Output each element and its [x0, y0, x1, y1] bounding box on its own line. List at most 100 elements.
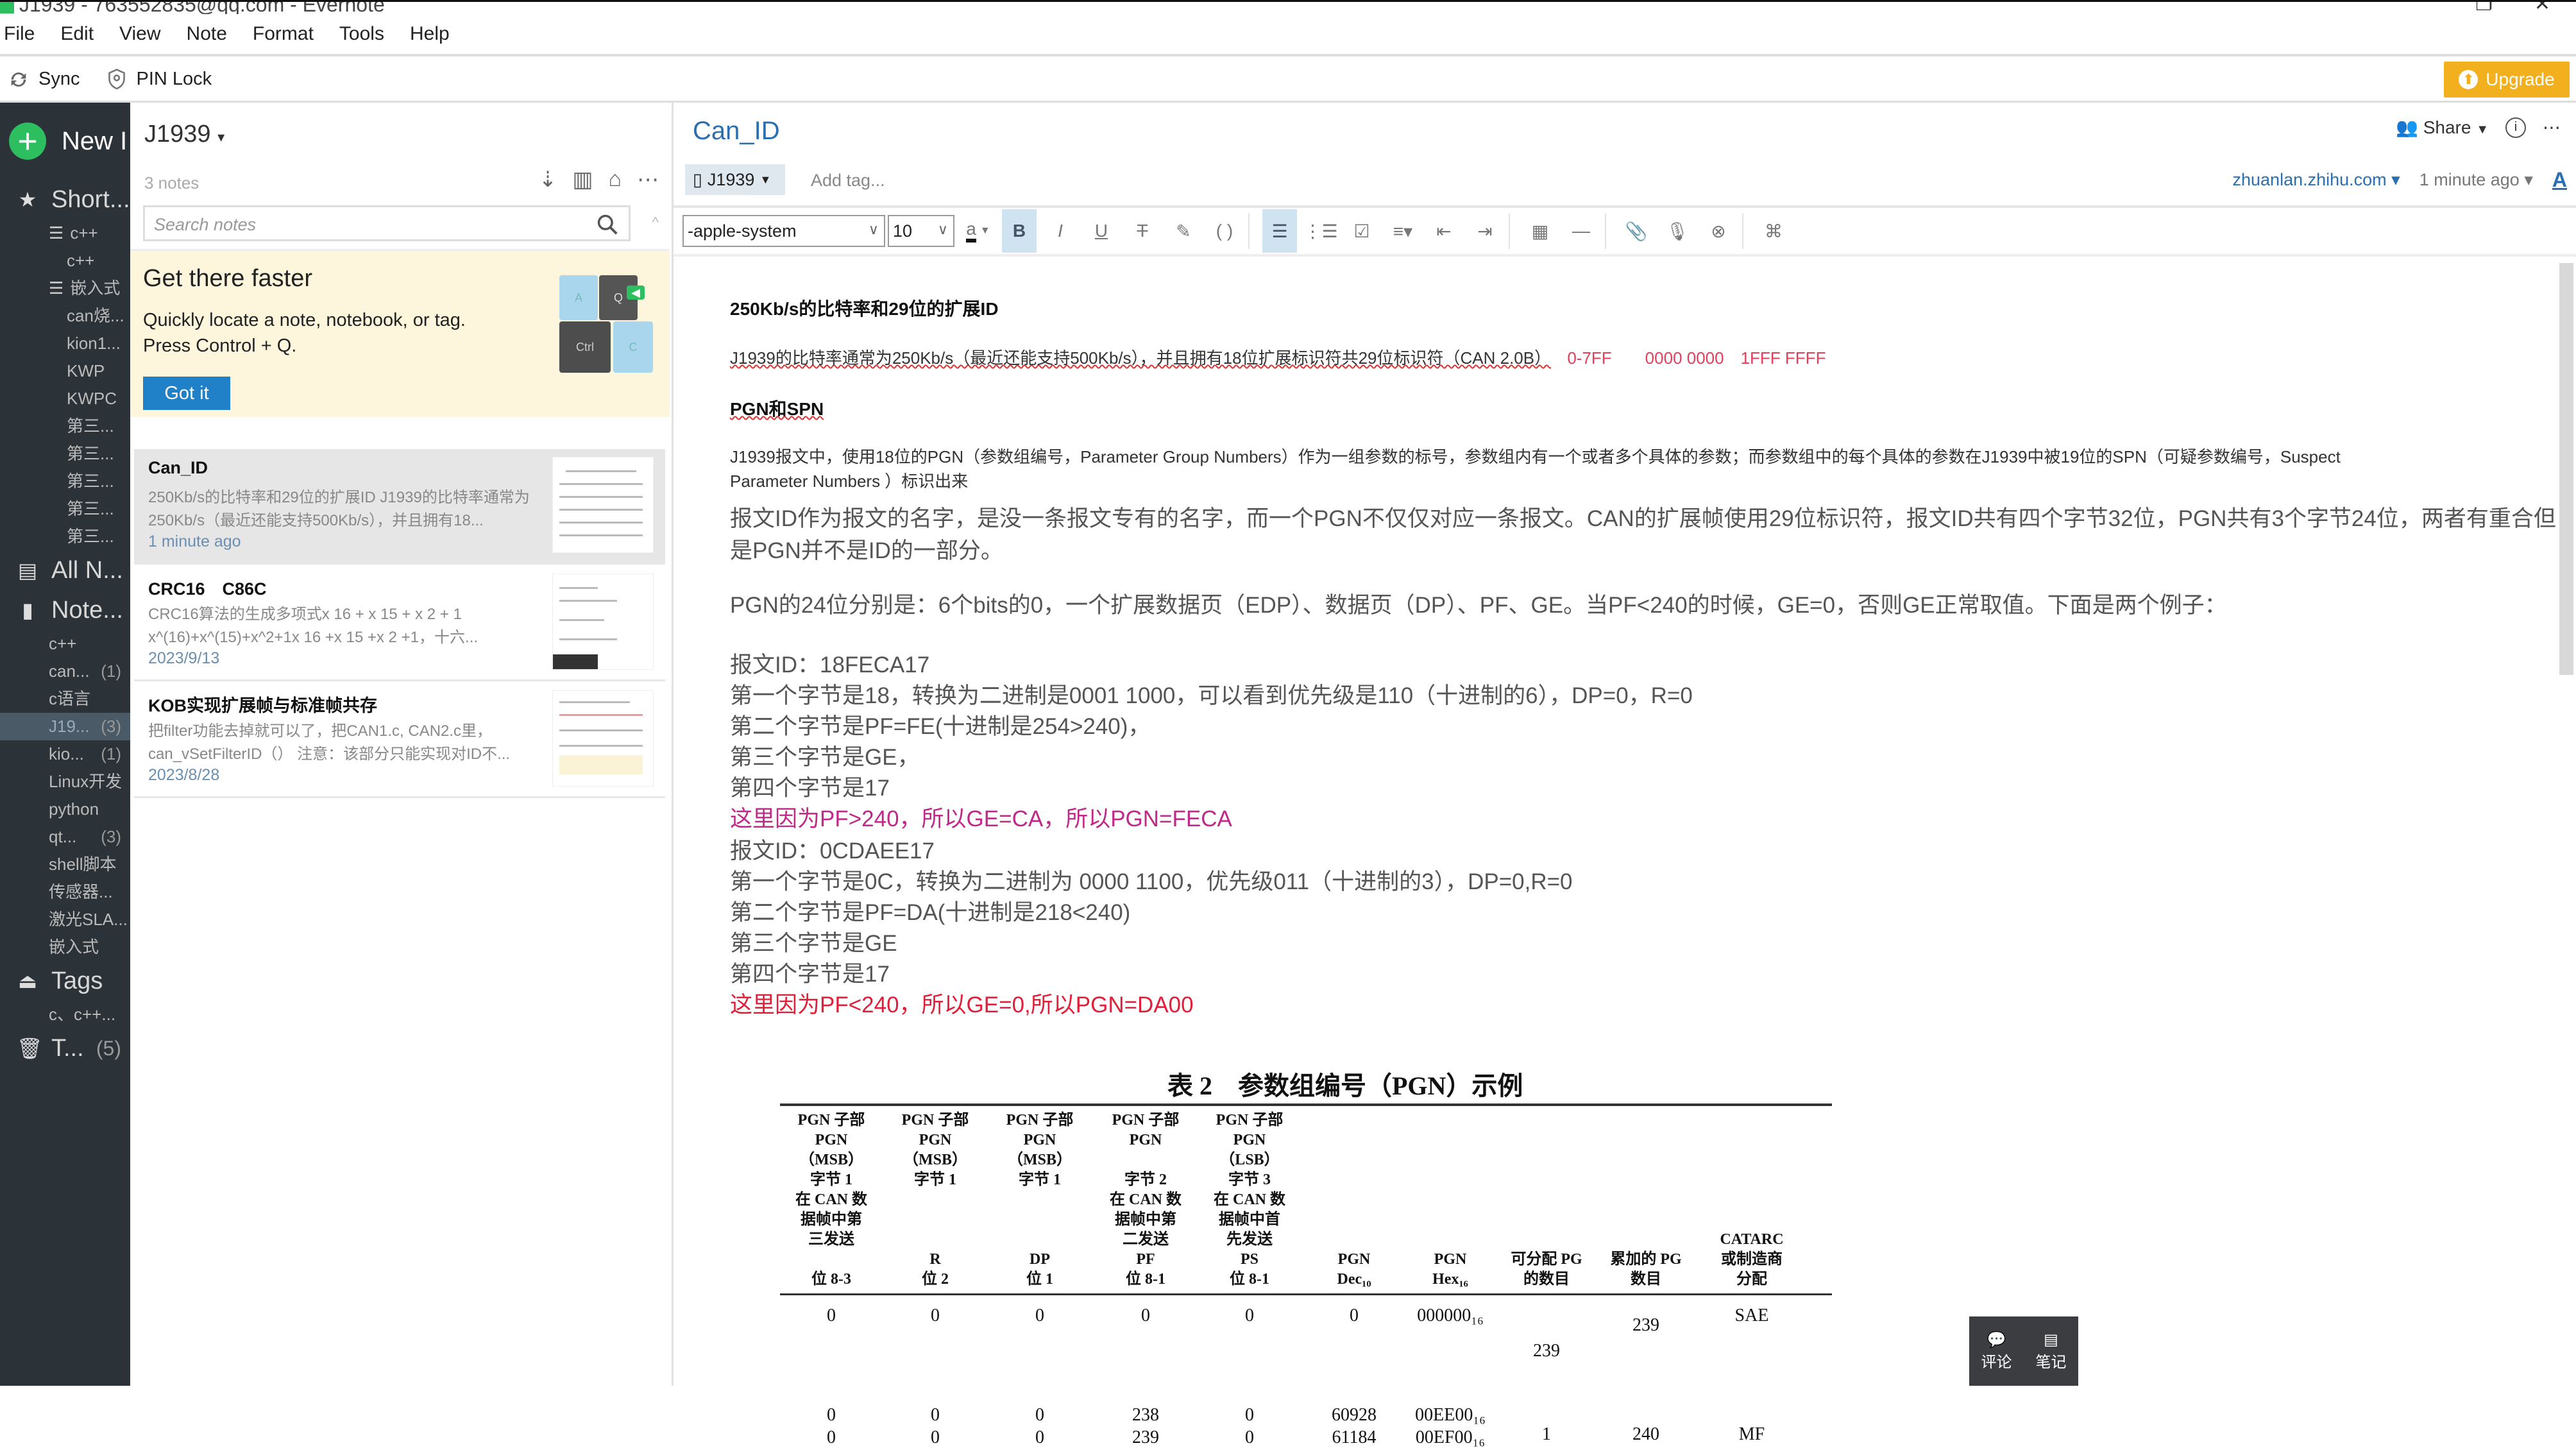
shortcut-item[interactable]: 第三... — [0, 468, 130, 495]
close-window-icon[interactable]: ✕ — [2534, 2, 2550, 14]
numbered-list-button[interactable]: ⋮☰ — [1303, 209, 1338, 253]
note-list-item[interactable]: KOB实现扩展帧与标准帧共存 把filter功能去掉就可以了，把CAN1.c, … — [134, 683, 665, 798]
source-url-dropdown[interactable]: zhuanlan.zhihu.com ▾ — [2233, 170, 2400, 190]
modified-time-dropdown[interactable]: 1 minute ago ▾ — [2419, 170, 2533, 190]
pin-lock-button[interactable]: PIN Lock — [106, 68, 212, 91]
search-icon[interactable] — [595, 212, 620, 237]
sidebar-shortcuts[interactable]: ★ Short... — [0, 180, 130, 219]
shortcut-item[interactable]: 第三... — [0, 413, 130, 440]
comment-button[interactable]: 💬 评论 — [1981, 1331, 2012, 1372]
notebook-label: c++ — [49, 634, 77, 653]
record-audio-icon[interactable]: 🎙 — [1660, 209, 1695, 253]
editor-scrollbar[interactable] — [2559, 263, 2573, 675]
horizontal-rule-icon[interactable]: — — [1564, 209, 1598, 253]
info-icon[interactable]: i — [2505, 117, 2526, 138]
shortcut-item[interactable]: ☰ 嵌入式 — [0, 275, 130, 302]
attachment-icon[interactable]: 📎 — [1619, 209, 1654, 253]
got-it-button[interactable]: Got it — [143, 377, 230, 410]
table-cell: 0 — [827, 1405, 836, 1425]
sync-button[interactable]: Sync — [8, 69, 80, 90]
stack-icon: ☰ — [49, 278, 64, 298]
sidebar-tags[interactable]: ⏏ Tags — [0, 961, 130, 1001]
strikethrough-button[interactable]: T — [1125, 209, 1160, 253]
sidebar-notebook-item[interactable]: can... (1) — [0, 658, 130, 685]
sidebar-notebook-item[interactable]: shell脚本 — [0, 851, 130, 878]
sidebar-notebook-item[interactable]: 传感器... — [0, 878, 130, 906]
font-family-select[interactable]: -apple-system ∨ — [682, 215, 885, 247]
shortcut-item[interactable]: ☰ c++ — [0, 219, 130, 247]
shortcut-item[interactable]: can烧... — [0, 302, 130, 330]
sidebar-notebook-item[interactable]: c++ — [0, 630, 130, 658]
menu-view[interactable]: View — [119, 23, 160, 45]
shortcut-item[interactable]: kion1... — [0, 330, 130, 357]
underline-button[interactable]: U — [1084, 209, 1119, 253]
highlight-icon[interactable]: ✎ — [1166, 209, 1201, 253]
indent-icon[interactable]: ⇥ — [1468, 209, 1502, 253]
table-icon[interactable]: ▦ — [1523, 209, 1557, 253]
sidebar-notebook-item-selected[interactable]: J19... (3) — [0, 713, 130, 740]
menu-format[interactable]: Format — [253, 23, 314, 45]
sidebar-notebook-item[interactable]: c语言 — [0, 685, 130, 713]
text-appearance-icon[interactable]: A — [2552, 168, 2567, 192]
share-button[interactable]: 👥 Share ▼ — [2396, 117, 2489, 138]
italic-button[interactable]: I — [1043, 209, 1078, 253]
notebook-selector[interactable]: ▯ J1939 ▼ — [685, 164, 785, 195]
caret-down-icon: ▼ — [2476, 123, 2489, 137]
heading-text: PGN和SPN — [730, 399, 824, 419]
shortcut-item[interactable]: KWPC — [0, 385, 130, 413]
bold-button[interactable]: B — [1002, 209, 1037, 253]
tag-filter-icon[interactable]: ⌂ — [608, 167, 622, 192]
bulleted-list-button[interactable]: ☰ — [1262, 209, 1297, 253]
shortcut-item[interactable]: 第三... — [0, 523, 130, 550]
all-notes-icon: ▤ — [17, 559, 38, 582]
sidebar-notebook-item[interactable]: qt... (3) — [0, 823, 130, 851]
note-title-input[interactable]: Can_ID — [693, 117, 780, 146]
menu-note[interactable]: Note — [187, 23, 227, 45]
shortcut-item[interactable]: c++ — [0, 247, 130, 275]
upgrade-button[interactable]: ⬆ Upgrade — [2444, 62, 2570, 98]
sidebar-notebook-item[interactable]: Linux开发 — [0, 768, 130, 796]
shortcut-item[interactable]: KWP — [0, 357, 130, 385]
notebook-count: (3) — [101, 827, 121, 846]
sidebar-notebook-item[interactable]: 激光SLA... — [0, 906, 130, 933]
notebook-title-dropdown[interactable]: J1939 ▾ — [144, 121, 225, 148]
note-thumbnail — [552, 457, 654, 553]
menu-edit[interactable]: Edit — [60, 23, 94, 45]
font-size-select[interactable]: 10 ∨ — [888, 215, 954, 247]
shortcut-item[interactable]: 第三... — [0, 495, 130, 523]
sidebar-tag-item[interactable]: c、c++... — [0, 1001, 130, 1028]
checkbox-icon[interactable]: ☑ — [1344, 209, 1379, 253]
notes-button[interactable]: ▤ 笔记 — [2036, 1331, 2067, 1372]
search-notes-input[interactable]: Search notes — [143, 205, 631, 241]
body-paragraph: 报文ID作为报文的名字，是没一条报文专有的名字，而一个PGN不仅仅对应一条报文。… — [730, 506, 2556, 531]
sidebar-notebooks[interactable]: ▮ Note... — [0, 590, 130, 630]
sidebar-notebook-item[interactable]: kio... (1) — [0, 740, 130, 768]
shortcut-command-icon[interactable]: ⌘ — [1756, 209, 1791, 253]
sidebar-notebook-item[interactable]: 嵌入式 — [0, 933, 130, 961]
shortcut-item[interactable]: 第三... — [0, 440, 130, 468]
view-options-icon[interactable]: ▥ — [572, 167, 593, 192]
menu-file[interactable]: File — [4, 23, 35, 45]
restore-window-icon[interactable]: ❐ — [2475, 2, 2493, 14]
text-color-button[interactable]: a ▼ — [961, 209, 996, 253]
add-tag-input[interactable]: Add tag... — [811, 171, 885, 191]
menu-help[interactable]: Help — [410, 23, 450, 45]
sidebar-trash[interactable]: 🗑 T... (5) — [0, 1028, 130, 1068]
menu-tools[interactable]: Tools — [339, 23, 384, 45]
code-block-icon[interactable]: ( ) — [1207, 209, 1242, 253]
more-options-icon[interactable]: ⋯ — [2543, 117, 2561, 138]
encrypt-icon[interactable]: ⊗ — [1701, 209, 1736, 253]
sidebar-notebook-item[interactable]: python — [0, 796, 130, 823]
outdent-icon[interactable]: ⇤ — [1427, 209, 1461, 253]
all-notes-label: All N... — [51, 556, 123, 584]
note-list-item-selected[interactable]: Can_ID 250Kb/s的比特率和29位的扩展ID J1939的比特率通常为… — [134, 449, 665, 565]
notebook-label: J19... — [49, 717, 90, 736]
example-conclusion: 这里因为PF<240，所以GE=0,所以PGN=DA00 — [730, 992, 1194, 1018]
collapse-search-icon[interactable]: ^ — [652, 214, 659, 231]
align-icon[interactable]: ≡▾ — [1385, 209, 1420, 253]
note-list-item[interactable]: CRC16 C86C CRC16算法的生成多项式x 16 + x 15 + x … — [134, 566, 665, 681]
more-options-icon[interactable]: ⋯ — [637, 167, 659, 192]
sidebar-all-notes[interactable]: ▤ All N... — [0, 550, 130, 590]
new-note-button[interactable]: + New I — [0, 103, 130, 180]
sort-icon[interactable]: ⇣ — [539, 167, 557, 192]
